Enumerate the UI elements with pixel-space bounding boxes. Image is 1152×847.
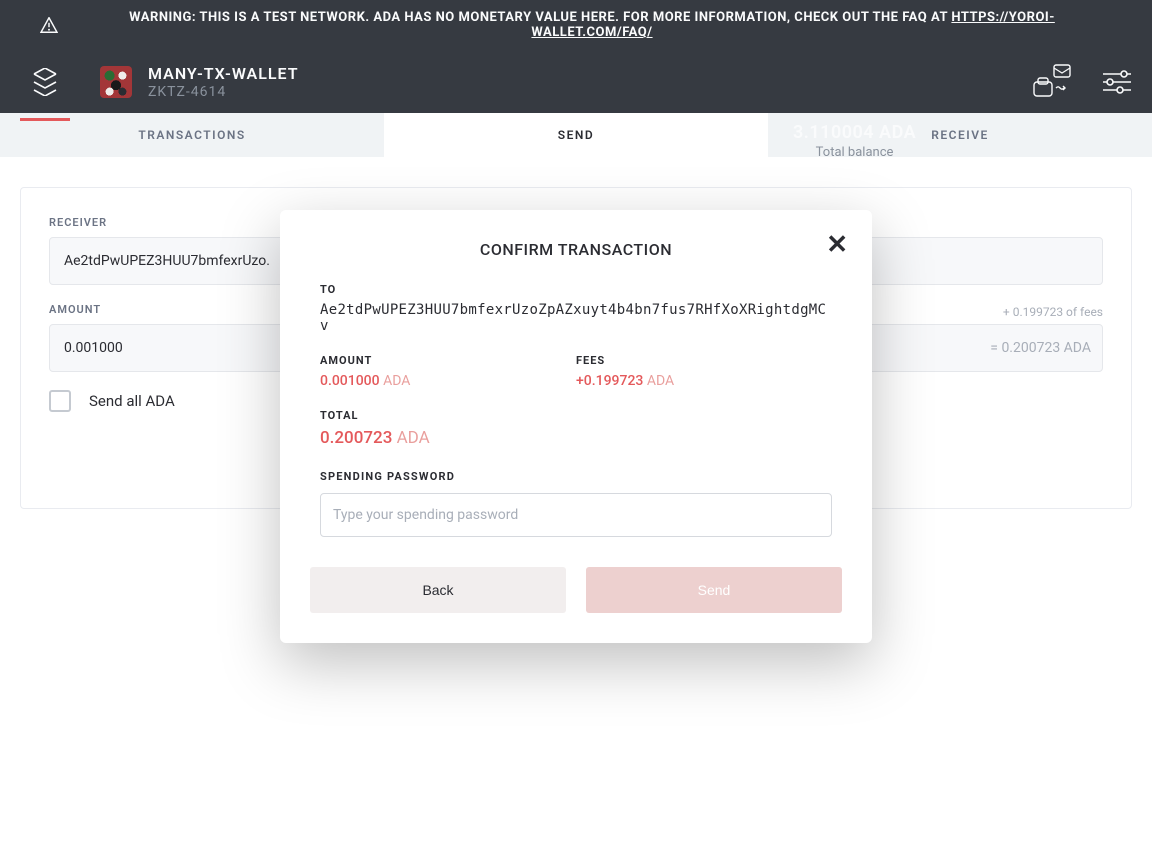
spending-password-input[interactable] [320, 493, 832, 537]
close-icon[interactable]: ✕ [826, 232, 848, 258]
modal-fees-value: +0.199723 ADA [576, 373, 832, 389]
modal-fees-label: FEES [576, 354, 832, 367]
modal-total-label: TOTAL [320, 409, 832, 422]
confirm-transaction-modal: CONFIRM TRANSACTION ✕ TO Ae2tdPwUPEZ3HUU… [280, 210, 872, 643]
modal-amount-value: 0.001000 ADA [320, 373, 576, 389]
modal-overlay: CONFIRM TRANSACTION ✕ TO Ae2tdPwUPEZ3HUU… [0, 0, 1152, 847]
spending-password-label: SPENDING PASSWORD [320, 470, 832, 483]
modal-amount-label: AMOUNT [320, 354, 576, 367]
to-label: TO [320, 283, 832, 296]
back-button[interactable]: Back [310, 567, 566, 613]
modal-total-value: 0.200723 ADA [320, 428, 832, 448]
to-address: Ae2tdPwUPEZ3HUU7bmfexrUzoZpAZxuyt4b4bn7f… [320, 302, 832, 334]
send-button[interactable]: Send [586, 567, 842, 613]
modal-title: CONFIRM TRANSACTION [310, 240, 842, 259]
